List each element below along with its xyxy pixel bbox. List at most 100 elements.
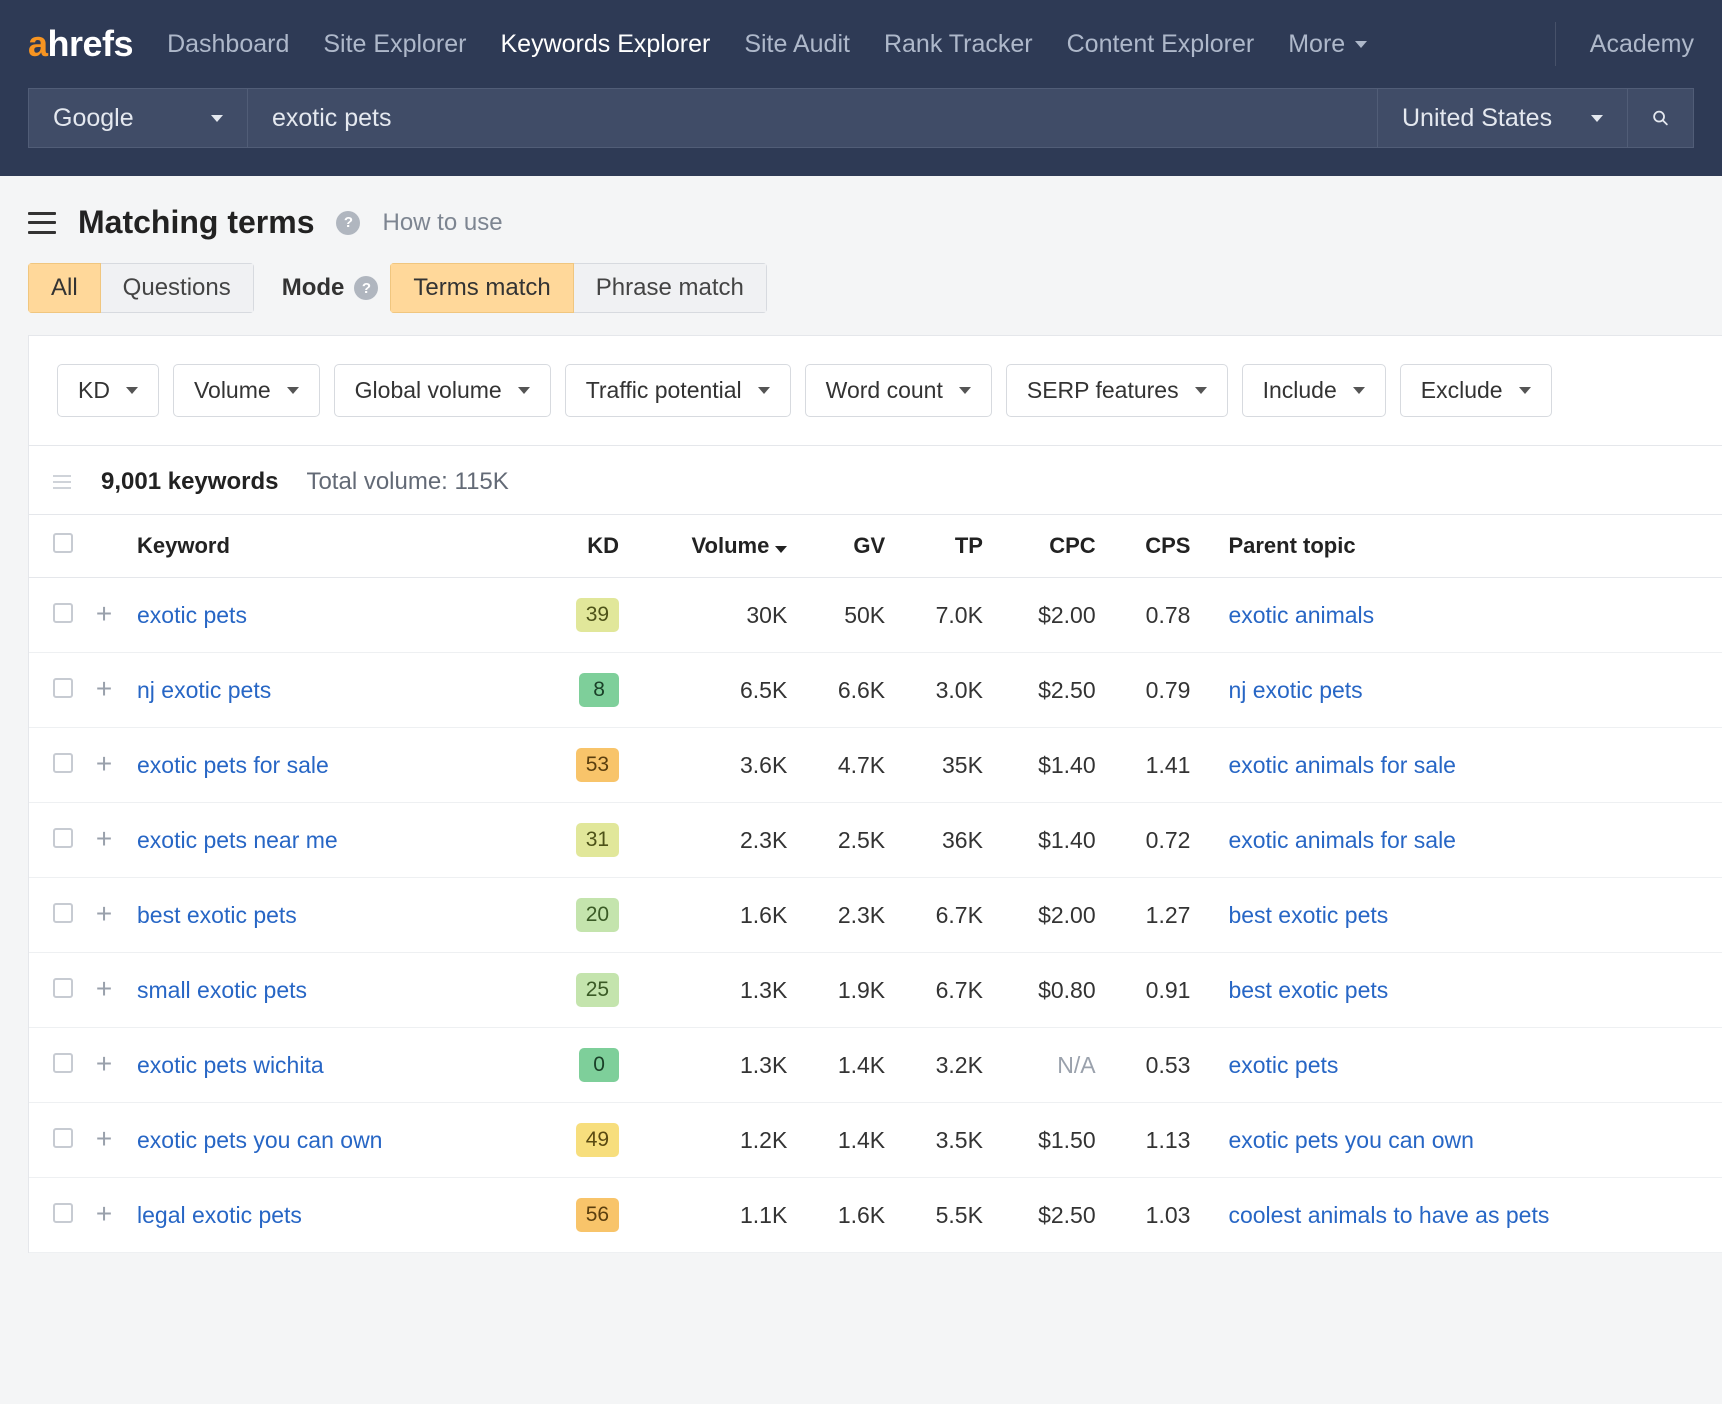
expand-icon[interactable]: + [93, 678, 115, 700]
pill-questions[interactable]: Questions [101, 263, 254, 313]
help-icon[interactable]: ? [354, 276, 378, 300]
pill-phrase-match[interactable]: Phrase match [574, 263, 767, 313]
summary-bar: 9,001 keywords Total volume: 115K [29, 445, 1722, 515]
col-cps[interactable]: CPS [1106, 515, 1201, 578]
keyword-link[interactable]: exotic pets [137, 602, 247, 628]
cell-gv: 2.3K [797, 878, 895, 953]
cell-tp: 35K [895, 728, 993, 803]
table-row: +legal exotic pets561.1K1.6K5.5K$2.501.0… [29, 1178, 1722, 1253]
nav-academy[interactable]: Academy [1590, 30, 1694, 59]
expand-icon[interactable]: + [93, 753, 115, 775]
cell-tp: 5.5K [895, 1178, 993, 1253]
col-gv[interactable]: GV [797, 515, 895, 578]
filter-volume[interactable]: Volume [173, 364, 320, 417]
filter-word-count[interactable]: Word count [805, 364, 992, 417]
pill-terms-match[interactable]: Terms match [390, 263, 573, 313]
parent-topic-link[interactable]: coolest animals to have as pets [1228, 1202, 1549, 1228]
chevron-down-icon [1591, 115, 1603, 122]
cell-cpc: $2.50 [993, 653, 1106, 728]
parent-topic-link[interactable]: best exotic pets [1228, 902, 1388, 928]
cell-cps: 0.91 [1106, 953, 1201, 1028]
row-checkbox[interactable] [53, 1203, 73, 1223]
logo[interactable]: ahrefs [28, 23, 133, 65]
chevron-down-icon [518, 387, 530, 394]
cell-cpc: $1.40 [993, 803, 1106, 878]
nav-site-explorer[interactable]: Site Explorer [323, 30, 466, 59]
keyword-link[interactable]: exotic pets wichita [137, 1052, 324, 1078]
row-checkbox[interactable] [53, 978, 73, 998]
search-bar: Google exotic pets United States [0, 88, 1722, 176]
select-all-checkbox[interactable] [53, 533, 73, 553]
parent-topic-link[interactable]: exotic animals for sale [1228, 827, 1456, 853]
cell-gv: 1.9K [797, 953, 895, 1028]
col-volume[interactable]: Volume [629, 515, 797, 578]
search-country-select[interactable]: United States [1378, 88, 1628, 148]
help-icon[interactable]: ? [336, 211, 360, 235]
cell-cps: 1.03 [1106, 1178, 1201, 1253]
filter-kd[interactable]: KD [57, 364, 159, 417]
cell-volume: 1.2K [629, 1103, 797, 1178]
keyword-count: 9,001 keywords [101, 468, 278, 496]
search-engine-select[interactable]: Google [28, 88, 248, 148]
keyword-link[interactable]: legal exotic pets [137, 1202, 302, 1228]
cell-gv: 50K [797, 578, 895, 653]
search-query-input[interactable]: exotic pets [248, 88, 1378, 148]
expand-icon[interactable]: + [93, 603, 115, 625]
cell-cpc: $2.50 [993, 1178, 1106, 1253]
parent-topic-link[interactable]: nj exotic pets [1228, 677, 1362, 703]
parent-topic-link[interactable]: exotic animals [1228, 602, 1374, 628]
nav-dashboard[interactable]: Dashboard [167, 30, 289, 59]
keyword-link[interactable]: exotic pets near me [137, 827, 338, 853]
col-cpc[interactable]: CPC [993, 515, 1106, 578]
drag-handle-icon[interactable] [51, 475, 73, 489]
keyword-link[interactable]: exotic pets for sale [137, 752, 329, 778]
nav-keywords-explorer[interactable]: Keywords Explorer [501, 30, 711, 59]
row-checkbox[interactable] [53, 903, 73, 923]
filter-global-volume[interactable]: Global volume [334, 364, 551, 417]
pill-group-mode: Terms matchPhrase match [390, 263, 766, 313]
expand-icon[interactable]: + [93, 1203, 115, 1225]
keyword-link[interactable]: exotic pets you can own [137, 1127, 382, 1153]
filter-include[interactable]: Include [1242, 364, 1386, 417]
expand-icon[interactable]: + [93, 1128, 115, 1150]
row-checkbox[interactable] [53, 603, 73, 623]
col-keyword[interactable]: Keyword [127, 515, 537, 578]
nav-content-explorer[interactable]: Content Explorer [1067, 30, 1255, 59]
hamburger-icon[interactable] [28, 212, 56, 234]
row-checkbox[interactable] [53, 1128, 73, 1148]
top-nav: ahrefs Dashboard Site Explorer Keywords Ex… [0, 0, 1722, 88]
col-kd[interactable]: KD [537, 515, 629, 578]
how-to-use-link[interactable]: How to use [382, 209, 502, 237]
keyword-link[interactable]: best exotic pets [137, 902, 297, 928]
table-row: +exotic pets near me312.3K2.5K36K$1.400.… [29, 803, 1722, 878]
filter-exclude[interactable]: Exclude [1400, 364, 1552, 417]
cell-tp: 3.0K [895, 653, 993, 728]
cell-volume: 6.5K [629, 653, 797, 728]
parent-topic-link[interactable]: exotic animals for sale [1228, 752, 1456, 778]
search-submit-button[interactable] [1628, 88, 1694, 148]
expand-icon[interactable]: + [93, 828, 115, 850]
filter-serp-features[interactable]: SERP features [1006, 364, 1228, 417]
row-checkbox[interactable] [53, 678, 73, 698]
keyword-link[interactable]: nj exotic pets [137, 677, 271, 703]
nav-rank-tracker[interactable]: Rank Tracker [884, 30, 1033, 59]
row-checkbox[interactable] [53, 1053, 73, 1073]
parent-topic-link[interactable]: best exotic pets [1228, 977, 1388, 1003]
row-checkbox[interactable] [53, 753, 73, 773]
pill-all[interactable]: All [28, 263, 101, 313]
parent-topic-link[interactable]: exotic pets you can own [1228, 1127, 1473, 1153]
expand-icon[interactable]: + [93, 978, 115, 1000]
expand-icon[interactable]: + [93, 1053, 115, 1075]
keyword-link[interactable]: small exotic pets [137, 977, 307, 1003]
nav-more[interactable]: More [1288, 30, 1367, 59]
nav-site-audit[interactable]: Site Audit [744, 30, 850, 59]
cell-cps: 1.41 [1106, 728, 1201, 803]
kd-badge: 56 [576, 1198, 619, 1232]
filter-traffic-potential[interactable]: Traffic potential [565, 364, 791, 417]
cell-volume: 3.6K [629, 728, 797, 803]
parent-topic-link[interactable]: exotic pets [1228, 1052, 1338, 1078]
col-parent-topic[interactable]: Parent topic [1200, 515, 1722, 578]
row-checkbox[interactable] [53, 828, 73, 848]
col-tp[interactable]: TP [895, 515, 993, 578]
expand-icon[interactable]: + [93, 903, 115, 925]
